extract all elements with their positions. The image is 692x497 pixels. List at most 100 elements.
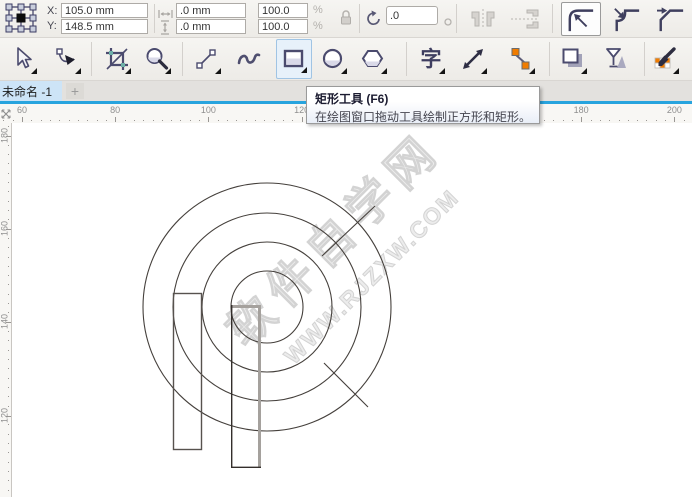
ruler-number: 140 [0,307,9,337]
ruler-dot [8,471,9,472]
ruler-dot [106,120,107,121]
artistic-media-icon [236,46,262,72]
ruler-dot [8,191,9,192]
transparency-tool-button[interactable] [597,39,633,79]
ruler-dot [218,120,219,121]
connector-tool-button[interactable] [503,39,539,79]
tooltip-body: 在绘图窗口拖动工具绘制正方形和矩形。 [307,107,539,125]
toolbox: 字 [0,38,692,81]
ellipse-tool-button[interactable] [315,39,351,79]
color-eyedropper-tool-button[interactable] [647,39,683,79]
ruler-dot [8,452,9,453]
separator [406,42,407,76]
ruler-dot [8,490,9,491]
flyout-indicator [481,68,487,74]
round-corner-button[interactable] [561,2,601,36]
ruler-dot [8,201,9,202]
flyout-indicator [581,68,587,74]
ruler-dot [591,120,592,121]
ruler-number: 80 [105,105,125,115]
ruler-dot [87,120,88,121]
ruler-tick [302,117,303,122]
document-tab[interactable]: 未命名 -1 [0,81,62,101]
ruler-dot [8,275,9,276]
drop-shadow-tool-button[interactable] [555,39,591,79]
scale-horizontal-input[interactable] [258,3,308,18]
ruler-dot [134,120,135,121]
freehand-tool-button[interactable] [189,39,225,79]
chamfered-corner-button[interactable] [651,2,691,36]
ruler-dot [8,182,9,183]
ruler-dot [8,462,9,463]
ruler-dot [8,387,9,388]
ruler-dot [665,120,666,121]
ruler-dot [8,210,9,211]
flyout-indicator [381,68,387,74]
ruler-number: 120 [0,400,9,430]
flyout-indicator [125,68,131,74]
mirror-horizontal-icon[interactable] [466,8,500,35]
ruler-number: 160 [0,214,9,244]
ruler-dot [97,120,98,121]
separator [549,42,550,76]
artistic-media-tool-button[interactable] [231,39,267,79]
mirror-vertical-icon[interactable] [508,8,542,35]
y-position-input[interactable] [61,19,148,34]
flyout-indicator [341,68,347,74]
ruler-dot [8,126,9,127]
ruler-dot [619,120,620,121]
rotate-icon [366,10,382,31]
ruler-dot [59,120,60,121]
ruler-number: 180 [0,121,9,151]
rectangle-tool-button[interactable] [276,39,312,79]
ruler-dot [8,154,9,155]
flyout-indicator [31,68,37,74]
ruler-dot [50,120,51,121]
ruler-dot [255,120,256,121]
ruler-dot [8,359,9,360]
ruler-number: 180 [571,105,591,115]
ruler-dot [8,350,9,351]
canvas[interactable] [12,123,692,497]
shape-tool-button[interactable] [49,39,85,79]
ruler-dot [41,120,42,121]
ruler-dot [8,480,9,481]
object-height-input[interactable] [176,19,246,34]
object-width-input[interactable] [176,3,246,18]
dimension-tool-button[interactable] [455,39,491,79]
ruler-dot [8,247,9,248]
lock-ratio-icon[interactable] [339,9,353,31]
crop-tool-button[interactable] [99,39,135,79]
object-height-icon [160,20,170,40]
ruler-dot [563,120,564,121]
object-origin-icon[interactable] [4,2,38,39]
flyout-indicator [529,68,535,74]
ruler-dot [637,120,638,121]
ruler-dot [283,120,284,121]
ruler-dot [31,120,32,121]
ruler-dot [8,406,9,407]
x-position-input[interactable] [61,3,148,18]
ruler-dot [227,120,228,121]
text-tool-button[interactable]: 字 [413,39,449,79]
ruler-dot [8,303,9,304]
ruler-dot [292,120,293,121]
flyout-indicator [75,68,81,74]
separator [154,4,155,33]
rotation-angle-input[interactable] [386,6,438,25]
zoom-tool-button[interactable] [139,39,175,79]
scale-vertical-input[interactable] [258,19,308,34]
scalloped-corner-button[interactable] [607,2,647,36]
percent-label: % [313,4,323,16]
polygon-tool-button[interactable] [355,39,391,79]
new-tab-button[interactable]: + [66,83,84,99]
pick-tool-button[interactable] [5,39,41,79]
ruler-tick [208,117,209,122]
ruler-dot [125,120,126,121]
separator [644,42,645,76]
ruler-tick [581,117,582,122]
ruler-dot [8,312,9,313]
ruler-dot [171,120,172,121]
ruler-dot [8,331,9,332]
vertical-ruler[interactable]: 180 160 140 120 [0,123,12,497]
